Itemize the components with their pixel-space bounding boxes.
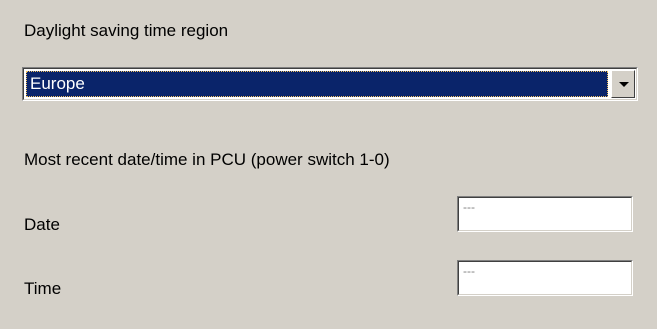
recent-datetime-label: Most recent date/time in PCU (power swit… xyxy=(24,150,390,169)
time-label: Time xyxy=(24,279,62,298)
chevron-down-icon xyxy=(619,82,629,87)
time-value: --- xyxy=(463,264,475,278)
date-value: --- xyxy=(463,200,475,214)
dst-region-dropdown[interactable]: Europe xyxy=(22,67,638,101)
time-field-frame: --- xyxy=(458,261,632,295)
date-field[interactable]: --- xyxy=(457,196,633,232)
date-label: Date xyxy=(24,215,60,234)
dropdown-button[interactable] xyxy=(611,70,635,98)
dst-region-dropdown-frame: Europe xyxy=(23,68,637,100)
dst-region-selected-value[interactable]: Europe xyxy=(26,71,608,97)
settings-panel: Daylight saving time region Europe Most … xyxy=(0,0,658,329)
dst-region-label: Daylight saving time region xyxy=(24,21,229,40)
time-field[interactable]: --- xyxy=(457,260,633,296)
date-field-frame: --- xyxy=(458,197,632,231)
